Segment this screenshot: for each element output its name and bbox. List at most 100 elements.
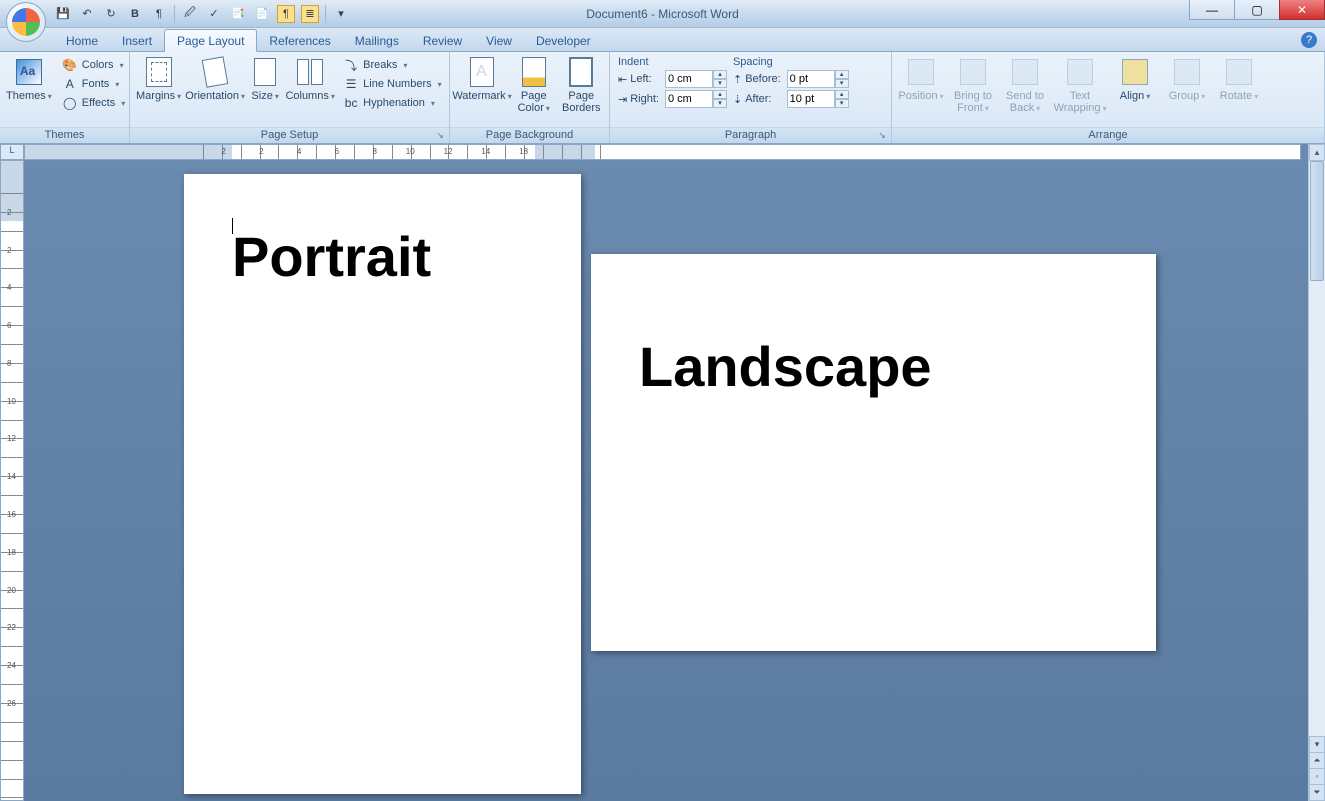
columns-button[interactable]: Columns▾	[285, 54, 335, 103]
tab-home[interactable]: Home	[54, 30, 110, 51]
qat-separator	[174, 5, 175, 23]
scroll-up-button[interactable]: ▴	[1309, 144, 1325, 161]
qat-marks-icon[interactable]: ¶	[277, 5, 295, 23]
indent-right-label: Right:	[630, 93, 659, 105]
page-borders-label: Page Borders	[560, 90, 603, 114]
office-button[interactable]	[6, 2, 46, 42]
qat-page-icon[interactable]: 📄	[253, 5, 271, 23]
qat-list-icon[interactable]: ≣	[301, 5, 319, 23]
group-objects-label: Group	[1169, 90, 1200, 102]
prev-page-button[interactable]: ⏶	[1309, 752, 1325, 769]
group-paragraph-label: Paragraph	[725, 129, 776, 141]
tab-mailings[interactable]: Mailings	[343, 30, 411, 51]
watermark-icon	[470, 57, 494, 87]
minimize-button[interactable]: —	[1189, 0, 1235, 20]
page-text-portrait: Portrait	[232, 224, 431, 289]
spacing-after-spinner[interactable]: ▴▾	[835, 90, 849, 108]
size-label: Size	[251, 90, 272, 102]
maximize-button[interactable]: ▢	[1234, 0, 1280, 20]
ribbon: Themes▾ 🎨Colors▾ AFonts▾ ◯Effects▾ Theme…	[0, 52, 1325, 144]
margins-label: Margins	[136, 90, 175, 102]
themes-label: Themes	[6, 90, 46, 102]
page-portrait[interactable]: Portrait	[184, 174, 581, 794]
paragraph-launcher[interactable]: ↘	[876, 130, 888, 142]
indent-left-input[interactable]	[665, 70, 713, 88]
hyphenation-button[interactable]: bcHyphenation▾	[339, 94, 446, 112]
scroll-thumb[interactable]	[1310, 161, 1324, 281]
tab-references[interactable]: References	[257, 30, 342, 51]
workspace: L Portrait Landscape	[0, 144, 1325, 801]
group-icon	[1174, 59, 1200, 85]
group-page-setup-label: Page Setup	[261, 129, 319, 141]
group-paragraph: Indent Spacing ⇤Left: ▴▾ ⇡Before: ▴▾ ⇥Ri…	[610, 52, 892, 143]
watermark-button[interactable]: Watermark▾	[454, 54, 510, 103]
page-color-icon	[522, 57, 546, 87]
document-canvas[interactable]: Portrait Landscape	[24, 160, 1301, 801]
position-button: Position▾	[896, 54, 946, 103]
quick-access-toolbar: 💾 ↶ ↻ B ¶ 🖉 ✓ 📑 📄 ¶ ≣ ▾	[54, 5, 350, 23]
close-button[interactable]: ✕	[1279, 0, 1325, 20]
page-color-label: Page Color	[518, 90, 547, 114]
qat-draw-icon[interactable]: 🖉	[181, 5, 199, 23]
qat-doc-icon[interactable]: 📑	[229, 5, 247, 23]
browse-object-button[interactable]: ◦	[1309, 768, 1325, 785]
align-button[interactable]: Align▾	[1110, 54, 1160, 103]
spacing-after-input[interactable]	[787, 90, 835, 108]
next-page-button[interactable]: ⏷	[1309, 784, 1325, 801]
qat-save-icon[interactable]: 💾	[54, 5, 72, 23]
fonts-button[interactable]: AFonts▾	[58, 75, 129, 93]
tab-developer[interactable]: Developer	[524, 30, 603, 51]
tab-page-layout[interactable]: Page Layout	[164, 29, 257, 52]
watermark-label: Watermark	[452, 90, 505, 102]
colors-icon: 🎨	[62, 57, 78, 73]
qat-bold-icon[interactable]: B	[126, 5, 144, 23]
spacing-after-icon: ⇣	[733, 93, 742, 106]
spacing-before-input[interactable]	[787, 70, 835, 88]
vertical-ruler[interactable]	[0, 160, 24, 801]
tab-view[interactable]: View	[474, 30, 524, 51]
tab-insert[interactable]: Insert	[110, 30, 164, 51]
spacing-after-label: After:	[745, 93, 771, 105]
hyphenation-label: Hyphenation	[363, 97, 425, 109]
help-icon[interactable]: ?	[1301, 32, 1317, 48]
spacing-before-spinner[interactable]: ▴▾	[835, 70, 849, 88]
ribbon-tabs: Home Insert Page Layout References Maili…	[0, 28, 1325, 52]
themes-button[interactable]: Themes▾	[4, 54, 54, 103]
line-numbers-label: Line Numbers	[363, 78, 431, 90]
qat-customize-icon[interactable]: ▾	[332, 5, 350, 23]
fonts-label: Fonts	[82, 78, 110, 90]
breaks-button[interactable]: ⤵Breaks▾	[339, 56, 446, 74]
page-text-landscape: Landscape	[639, 334, 932, 399]
send-to-back-button: Send to Back▾	[1000, 54, 1050, 115]
scroll-down-button[interactable]: ▾	[1309, 736, 1325, 753]
colors-button[interactable]: 🎨Colors▾	[58, 56, 129, 74]
indent-right-spinner[interactable]: ▴▾	[713, 90, 727, 108]
qat-redo-icon[interactable]: ↻	[102, 5, 120, 23]
indent-right-input[interactable]	[665, 90, 713, 108]
orientation-button[interactable]: Orientation▾	[185, 54, 245, 103]
breaks-label: Breaks	[363, 59, 397, 71]
size-button[interactable]: Size▾	[247, 54, 283, 103]
orientation-label: Orientation	[185, 90, 239, 102]
vertical-scrollbar[interactable]: ▴ ▾ ⏶ ◦ ⏷	[1308, 144, 1325, 801]
qat-spelling-icon[interactable]: ✓	[205, 5, 223, 23]
tab-review[interactable]: Review	[411, 30, 474, 51]
size-icon	[254, 58, 276, 86]
group-themes: Themes▾ 🎨Colors▾ AFonts▾ ◯Effects▾ Theme…	[0, 52, 130, 143]
spacing-header: Spacing	[733, 56, 849, 68]
qat-undo-icon[interactable]: ↶	[78, 5, 96, 23]
margins-button[interactable]: Margins▾	[134, 54, 183, 103]
line-numbers-icon: ☰	[343, 76, 359, 92]
page-color-button[interactable]: Page Color▾	[512, 54, 556, 115]
line-numbers-button[interactable]: ☰Line Numbers▾	[339, 75, 446, 93]
page-setup-launcher[interactable]: ↘	[434, 130, 446, 142]
horizontal-ruler[interactable]	[24, 144, 1301, 160]
effects-icon: ◯	[62, 95, 78, 111]
qat-pilcrow-icon[interactable]: ¶	[150, 5, 168, 23]
effects-button[interactable]: ◯Effects▾	[58, 94, 129, 112]
page-borders-button[interactable]: Page Borders	[558, 54, 605, 114]
indent-left-icon: ⇤	[618, 73, 627, 86]
ruler-corner[interactable]: L	[0, 144, 24, 160]
indent-left-spinner[interactable]: ▴▾	[713, 70, 727, 88]
page-landscape[interactable]: Landscape	[591, 254, 1156, 651]
